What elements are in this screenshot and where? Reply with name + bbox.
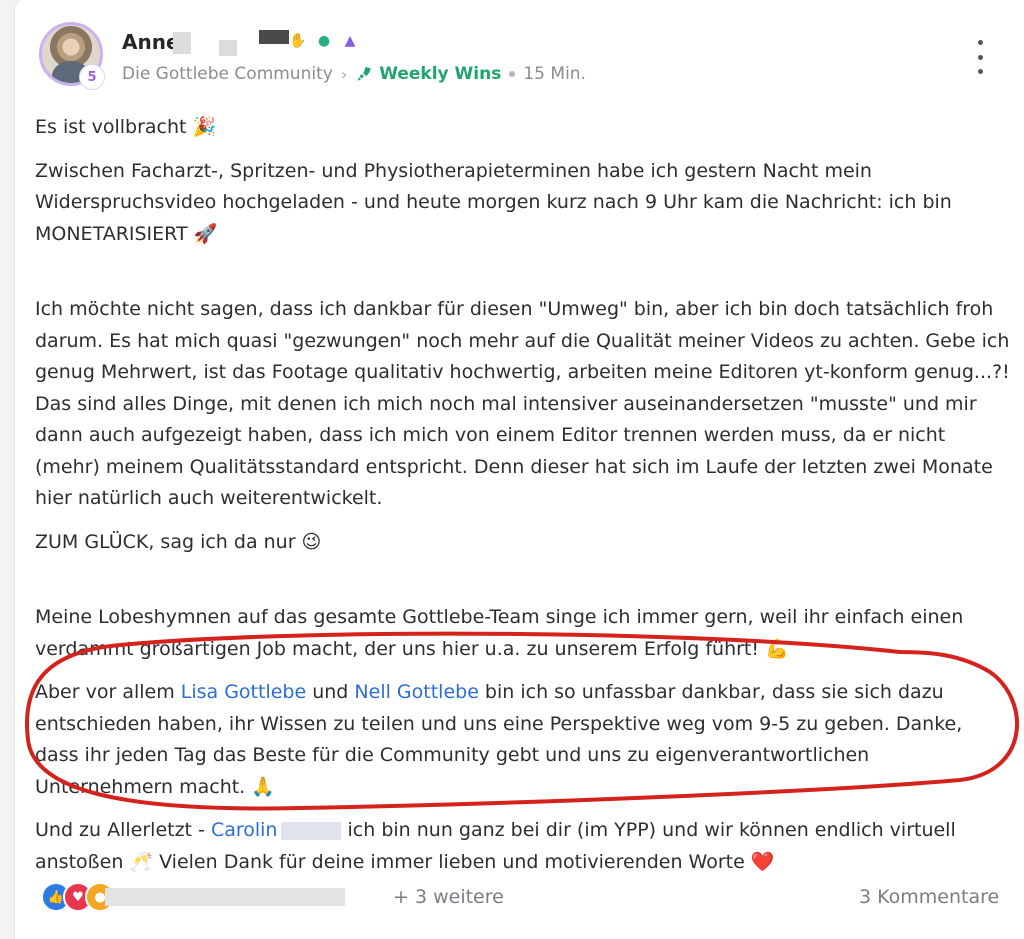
paragraph: ZUM GLÜCK, sag ich da nur 😉 <box>35 530 322 553</box>
mention-link[interactable]: Lisa Gottlebe <box>181 681 306 703</box>
post-meta: Die Gottlebe Community › Weekly Wins 15 … <box>122 64 586 84</box>
dot <box>977 54 983 60</box>
name-redaction <box>219 40 237 56</box>
graduation-cap-icon: ▲ <box>344 33 356 49</box>
reaction-icons[interactable]: 👍 ♥ ● <box>41 882 115 912</box>
chevron-right-icon: › <box>340 64 348 84</box>
mention-link[interactable]: Nell Gottlebe <box>354 681 478 703</box>
text: Und zu Allerletzt - <box>35 819 211 841</box>
paragraph: Ich möchte nicht sagen, dass ich dankbar… <box>35 298 1010 509</box>
handshake-icon: ✋ <box>289 33 307 49</box>
name-redaction <box>259 30 289 44</box>
chat-bubble-icon: ● <box>317 33 331 49</box>
post-card: 5 Anne ✋ ● ▲ Die Gottlebe Community › We… <box>14 0 1024 939</box>
comments-link[interactable]: 3 Kommentare <box>859 886 999 908</box>
author-avatar[interactable]: 5 <box>39 22 105 90</box>
space-link[interactable]: Weekly Wins <box>355 64 501 84</box>
rocket-icon <box>358 67 371 81</box>
more-reactors-link[interactable]: + 3 weitere <box>393 886 504 908</box>
community-link[interactable]: Die Gottlebe Community <box>122 64 333 84</box>
text: Aber vor allem <box>35 681 181 703</box>
separator-dot <box>509 71 516 77</box>
paragraph: Zwischen Facharzt-, Spritzen- und Physio… <box>35 159 952 245</box>
paragraph: Und zu Allerletzt - Carolin ich bin nun … <box>35 815 1010 878</box>
author-badges: ✋ ● ▲ <box>287 30 361 52</box>
paragraph: Es ist vollbracht 🎉 <box>35 116 217 138</box>
post-time: 15 Min. <box>523 64 586 84</box>
space-name: Weekly Wins <box>379 64 502 84</box>
author-name[interactable]: Anne <box>122 30 180 54</box>
level-badge: 5 <box>79 64 105 90</box>
mention-link[interactable]: Carolin <box>211 819 278 841</box>
dot <box>977 69 983 74</box>
paragraph-highlighted: Aber vor allem Lisa Gottlebe und Nell Go… <box>35 677 1010 803</box>
name-redaction <box>173 32 191 54</box>
text: und <box>306 681 355 703</box>
more-options-button[interactable] <box>965 40 995 74</box>
dot <box>977 40 983 45</box>
reactor-names-redacted[interactable] <box>105 886 345 908</box>
paragraph: Meine Lobeshymnen auf das gesamte Gottle… <box>35 606 964 660</box>
mention-redaction <box>281 821 342 840</box>
redaction <box>105 888 345 906</box>
post-body: Es ist vollbracht 🎉 Zwischen Facharzt-, … <box>35 112 1010 890</box>
